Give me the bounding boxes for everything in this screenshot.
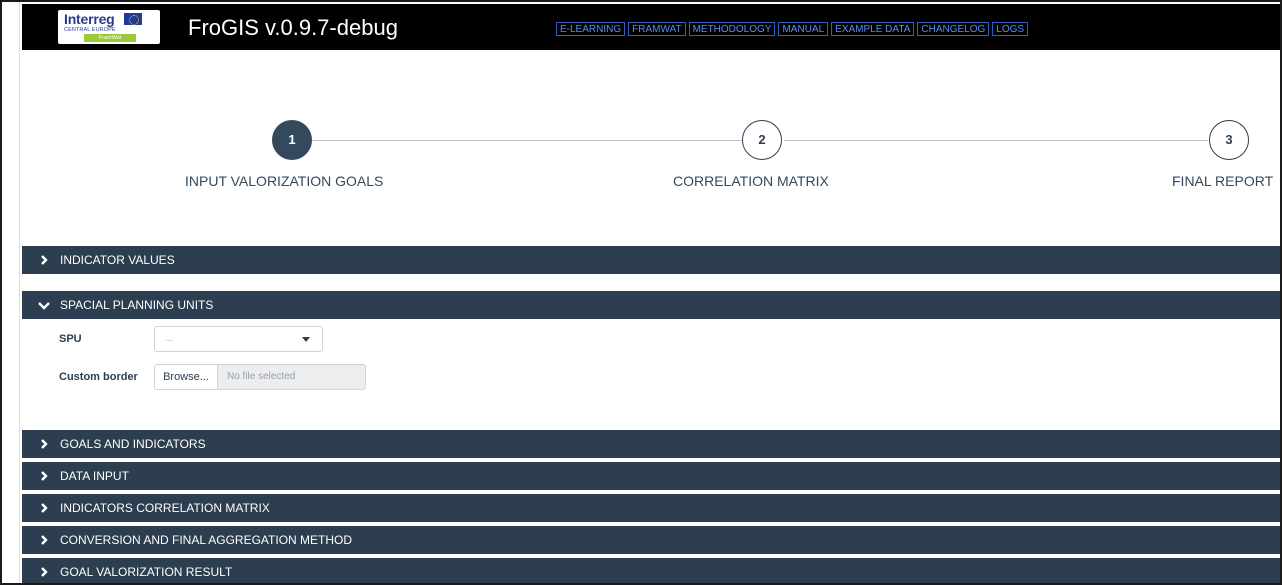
app-frame: Interreg CENTRAL EUROPE FramWat FroGIS v… [0, 0, 1282, 585]
step-3-circle[interactable]: 3 [1209, 120, 1249, 160]
panel-title: INDICATOR VALUES [60, 253, 175, 267]
chevron-right-icon [37, 430, 51, 458]
logo-subtitle: CENTRAL EUROPE [64, 27, 116, 33]
chevron-right-icon [37, 462, 51, 490]
chevron-right-icon [37, 494, 51, 522]
panel-title: DATA INPUT [60, 469, 129, 483]
panel-title: CONVERSION AND FINAL AGGREGATION METHOD [60, 533, 353, 547]
chevron-right-icon [37, 526, 51, 554]
step-2-label: CORRELATION MATRIX [673, 173, 829, 189]
panel-title: SPACIAL PLANNING UNITS [60, 298, 214, 312]
custom-border-label: Custom border [59, 371, 138, 383]
logo-tag: FramWat [84, 34, 136, 42]
spu-select[interactable]: ... [154, 326, 323, 352]
top-header: Interreg CENTRAL EUROPE FramWat FroGIS v… [22, 4, 1280, 50]
panel-conversion-method[interactable]: CONVERSION AND FINAL AGGREGATION METHOD [22, 526, 1280, 554]
top-nav: E-LEARNING FRAMWAT METHODOLOGY MANUAL EX… [556, 22, 1029, 36]
panel-goal-valorization-result[interactable]: GOAL VALORIZATION RESULT [22, 558, 1280, 583]
panel-goals-and-indicators[interactable]: GOALS AND INDICATORS [22, 430, 1280, 458]
panel-title: INDICATORS CORRELATION MATRIX [60, 501, 270, 515]
panel-data-input[interactable]: DATA INPUT [22, 462, 1280, 490]
panel-title: GOALS AND INDICATORS [60, 437, 206, 451]
step-2-circle[interactable]: 2 [742, 120, 782, 160]
file-name-field[interactable]: No file selected [218, 364, 366, 390]
nav-link-methodology[interactable]: METHODOLOGY [688, 22, 776, 36]
panel-indicators-correlation-matrix[interactable]: INDICATORS CORRELATION MATRIX [22, 494, 1280, 522]
logo-word: Interreg [64, 11, 115, 27]
panel-title: GOAL VALORIZATION RESULT [60, 565, 233, 579]
panel-spacial-planning-units[interactable]: SPACIAL PLANNING UNITS [22, 291, 1280, 319]
spu-panel-body: SPU ... Custom border Browse... No file … [22, 319, 1280, 428]
step-connector-1-2 [312, 140, 744, 141]
browse-button[interactable]: Browse... [154, 364, 218, 390]
chevron-right-icon [37, 246, 51, 274]
interreg-logo[interactable]: Interreg CENTRAL EUROPE FramWat [58, 10, 160, 44]
nav-link-framwat[interactable]: FRAMWAT [628, 22, 686, 36]
spu-label: SPU [59, 333, 82, 345]
left-gutter [2, 2, 20, 583]
spu-select-value: ... [165, 333, 174, 344]
caret-down-icon [302, 337, 310, 342]
step-1-label: INPUT VALORIZATION GOALS [185, 173, 384, 189]
eu-flag-icon [124, 13, 142, 25]
nav-link-example-data[interactable]: EXAMPLE DATA [831, 22, 915, 36]
app-title: FroGIS v.0.9.7-debug [188, 15, 398, 40]
step-connector-2-3 [784, 140, 1208, 141]
panel-indicator-values[interactable]: INDICATOR VALUES [22, 246, 1280, 274]
step-1-circle[interactable]: 1 [272, 120, 312, 160]
nav-link-e-learning[interactable]: E-LEARNING [556, 22, 626, 36]
nav-link-changelog[interactable]: CHANGELOG [917, 22, 990, 36]
nav-link-manual[interactable]: MANUAL [778, 22, 829, 36]
wizard-stepper: 1 2 3 INPUT VALORIZATION GOALS CORRELATI… [22, 50, 1280, 240]
step-3-label: FINAL REPORT [1172, 173, 1274, 189]
chevron-right-icon [37, 558, 51, 583]
nav-link-logs[interactable]: LOGS [992, 22, 1029, 36]
chevron-down-icon [37, 291, 51, 319]
